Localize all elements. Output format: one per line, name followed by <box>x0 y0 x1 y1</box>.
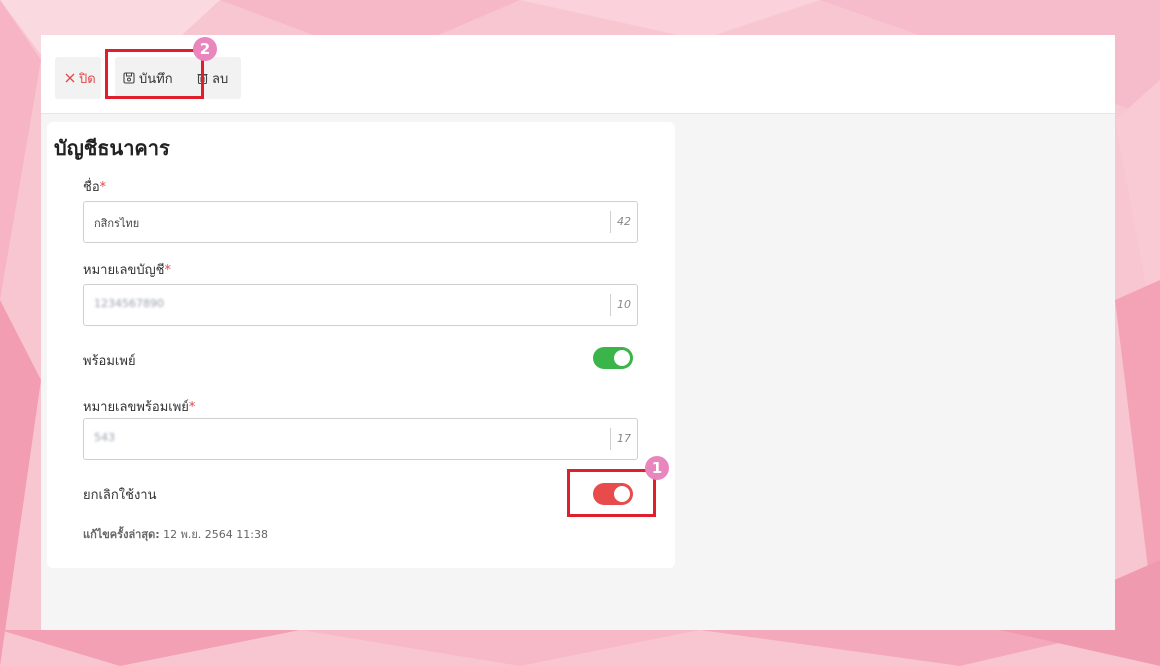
step-badge-2: 2 <box>193 37 217 61</box>
promptpay-number-field[interactable]: 543 17 <box>83 418 638 460</box>
step-badge-1: 1 <box>645 456 669 480</box>
account-number-char-counter: 10 <box>610 294 631 316</box>
promptpay-toggle[interactable] <box>593 347 633 369</box>
promptpay-number-label-text: หมายเลขพร้อมเพย์ <box>83 400 189 415</box>
last-edited-value: 12 พ.ย. 2564 11:38 <box>163 528 268 541</box>
page-title: บัญชีธนาคาร <box>54 136 170 160</box>
name-label: ชื่อ* <box>83 176 106 197</box>
delete-button-label: ลบ <box>212 71 229 87</box>
promptpay-number-label: หมายเลขพร้อมเพย์* <box>83 396 195 417</box>
close-icon <box>65 73 75 83</box>
promptpay-label: พร้อมเพย์ <box>83 354 136 369</box>
promptpay-number-char-counter: 17 <box>610 428 631 450</box>
name-label-text: ชื่อ <box>83 180 100 195</box>
close-button[interactable]: ปิด <box>55 57 101 99</box>
name-char-counter: 42 <box>610 211 631 233</box>
name-field[interactable]: กสิกรไทย 42 <box>83 201 638 243</box>
app-window: ปิด บันทึก ลบ บัญชีธนาคาร ชื่อ* กสิกรไทย… <box>41 35 1115 630</box>
account-number-label-text: หมายเลขบัญชี <box>83 263 165 278</box>
required-marker: * <box>99 180 107 195</box>
last-edited: แก้ไขครั้งล่าสุด: 12 พ.ย. 2564 11:38 <box>83 525 268 543</box>
account-number-label: หมายเลขบัญชี* <box>83 259 171 280</box>
highlight-save-button <box>105 49 204 99</box>
required-marker: * <box>164 263 172 278</box>
highlight-deactivate-toggle <box>567 469 656 517</box>
promptpay-number-value: 543 <box>94 431 115 444</box>
account-number-field[interactable]: 1234567890 10 <box>83 284 638 326</box>
name-value: กสิกรไทย <box>94 217 140 230</box>
required-marker: * <box>188 400 196 415</box>
close-button-label: ปิด <box>79 71 96 87</box>
toggle-knob <box>614 350 630 366</box>
account-number-value: 1234567890 <box>94 297 164 310</box>
deactivate-label: ยกเลิกใช้งาน <box>83 488 157 503</box>
last-edited-label: แก้ไขครั้งล่าสุด: <box>83 528 160 541</box>
